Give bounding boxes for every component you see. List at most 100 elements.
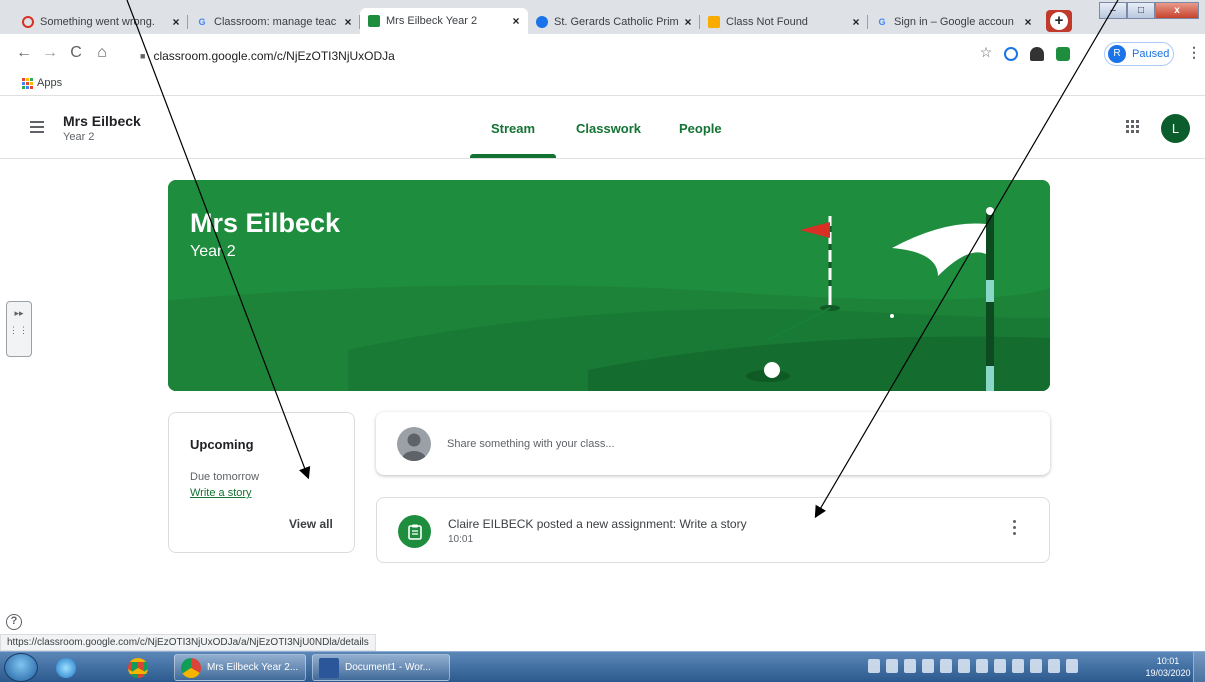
profile-status: Paused [1132,48,1170,60]
maximize-button[interactable]: □ [1127,2,1155,19]
browser-tab-strip: Something went wrong. × G Classroom: man… [0,0,1205,34]
tab-class-not-found[interactable]: Class Not Found × [700,10,868,34]
tab-classwork[interactable]: Classwork [576,121,641,136]
forward-icon[interactable]: → [40,44,60,62]
extension-icon[interactable] [1004,47,1018,61]
tray-icon[interactable] [994,659,1006,673]
user-avatar[interactable]: L [1161,114,1190,143]
user-avatar-placeholder [397,427,431,461]
volume-icon[interactable] [1066,659,1078,673]
clock-date: 19/03/2020 [1145,668,1191,678]
extension-icon[interactable] [1030,47,1044,61]
tab-close-icon[interactable]: × [1020,15,1036,29]
post-text: Claire EILBECK posted a new assignment: … [448,517,747,531]
tab-close-icon[interactable]: × [168,15,184,29]
tab-title: Mrs Eilbeck Year 2 [386,15,478,27]
show-desktop-button[interactable] [1193,652,1205,682]
tab-people[interactable]: People [679,121,722,136]
error-icon [22,16,34,28]
tab-title: St. Gerards Catholic Prim [554,16,679,28]
clock-time: 10:01 [1156,656,1180,666]
windows-taskbar: Mrs Eilbeck Year 2... Document1 - Wor...… [0,651,1205,682]
taskbar-item-label: Document1 - Wor... [345,662,431,673]
tray-icon[interactable] [976,659,988,673]
tray-icon[interactable] [868,659,880,673]
tab-st-gerards[interactable]: St. Gerards Catholic Prim × [528,10,700,34]
tab-google-sign-in[interactable]: G Sign in – Google accoun × [868,10,1040,34]
tab-title: Sign in – Google accoun [894,16,1014,28]
grip-icon: ⋮⋮ [9,325,29,335]
chrome-logo-icon [181,657,201,678]
post-time: 10:01 [448,534,474,545]
tab-close-icon[interactable]: × [508,14,524,28]
upcoming-title: Upcoming [190,437,254,452]
lock-icon: ■ [140,51,146,61]
start-button[interactable] [4,653,38,682]
close-window-button[interactable]: x [1155,2,1199,19]
tab-stream[interactable]: Stream [491,121,535,136]
home-icon[interactable]: ⌂ [92,44,112,62]
internet-explorer-icon[interactable] [50,654,86,681]
tray-icon[interactable] [904,659,916,673]
profile-avatar: R [1108,45,1126,63]
signal-icon[interactable] [1048,659,1060,673]
class-name[interactable]: Mrs Eilbeck [63,113,141,129]
share-box[interactable]: Share something with your class... [376,412,1050,475]
banner-title: Mrs Eilbeck [190,208,341,238]
tab-something-went-wrong[interactable]: Something went wrong. × [14,10,188,34]
chrome-logo-icon [128,657,148,678]
new-tab-button[interactable]: + [1046,10,1072,32]
taskbar-item-label: Mrs Eilbeck Year 2... [207,662,299,673]
bookmarks-bar: Apps [0,74,1205,96]
side-panel-handle[interactable]: ▸▸ ⋮⋮ [6,301,32,357]
tab-classroom-manage-teachers[interactable]: G Classroom: manage teac × [188,10,360,34]
taskbar-item-chrome-window[interactable]: Mrs Eilbeck Year 2... [174,654,306,681]
tray-icon[interactable] [922,659,934,673]
tab-mrs-eilbeck-year-2[interactable]: Mrs Eilbeck Year 2 × [360,8,528,34]
tab-close-icon[interactable]: × [340,15,356,29]
system-tray [868,659,1078,673]
tray-icon[interactable] [886,659,898,673]
classroom-extension-icon[interactable] [1056,47,1070,61]
help-icon[interactable]: ? [6,614,22,630]
google-apps-icon[interactable] [1126,120,1139,133]
tab-title: Class Not Found [726,16,808,28]
bluetooth-icon[interactable] [940,659,952,673]
tab-title: Something went wrong. [40,16,155,28]
bookmark-star-icon[interactable]: ☆ [976,44,996,61]
google-icon: G [878,17,886,27]
upcoming-assignment-link[interactable]: Write a story [190,487,252,499]
google-icon: G [198,17,206,27]
taskbar-item-word-document[interactable]: Document1 - Wor... [312,654,450,681]
ie-logo-icon [56,657,76,678]
classroom-icon [708,16,720,28]
browser-toolbar: ← → C ⌂ ■ classroom.google.com/c/NjEzOTI… [0,34,1205,74]
address-bar[interactable]: ■ classroom.google.com/c/NjEzOTI3NjUxODJ… [140,49,395,63]
assignment-post[interactable]: Claire EILBECK posted a new assignment: … [376,497,1050,563]
profile-button[interactable]: R Paused [1104,42,1174,66]
window-controls: – □ x [1099,2,1199,19]
tab-close-icon[interactable]: × [680,15,696,29]
classroom-header: Mrs Eilbeck Year 2 Stream Classwork Peop… [0,97,1205,159]
active-tab-indicator [470,154,556,158]
tray-icon[interactable] [958,659,970,673]
tray-icon[interactable] [1012,659,1024,673]
class-section: Year 2 [63,131,95,143]
status-bar-url: https://classroom.google.com/c/NjEzOTI3N… [0,634,376,651]
class-banner: Mrs Eilbeck Year 2 [168,180,1050,391]
apps-shortcut[interactable]: Apps [22,77,62,89]
tab-close-icon[interactable]: × [848,15,864,29]
more-menu-icon[interactable]: ⋮ [1184,44,1204,61]
site-icon [536,16,548,28]
more-options-icon[interactable] [1013,520,1017,538]
battery-icon[interactable] [1030,659,1042,673]
minimize-button[interactable]: – [1099,2,1127,19]
reload-icon[interactable]: C [66,44,86,62]
system-clock[interactable]: 10:01 19/03/2020 [1140,655,1196,679]
tab-title: Classroom: manage teac [214,16,337,28]
person-icon [402,433,426,461]
chrome-icon[interactable] [122,654,158,681]
back-icon[interactable]: ← [14,44,34,62]
main-menu-icon[interactable] [30,121,44,136]
view-all-button[interactable]: View all [289,517,333,531]
